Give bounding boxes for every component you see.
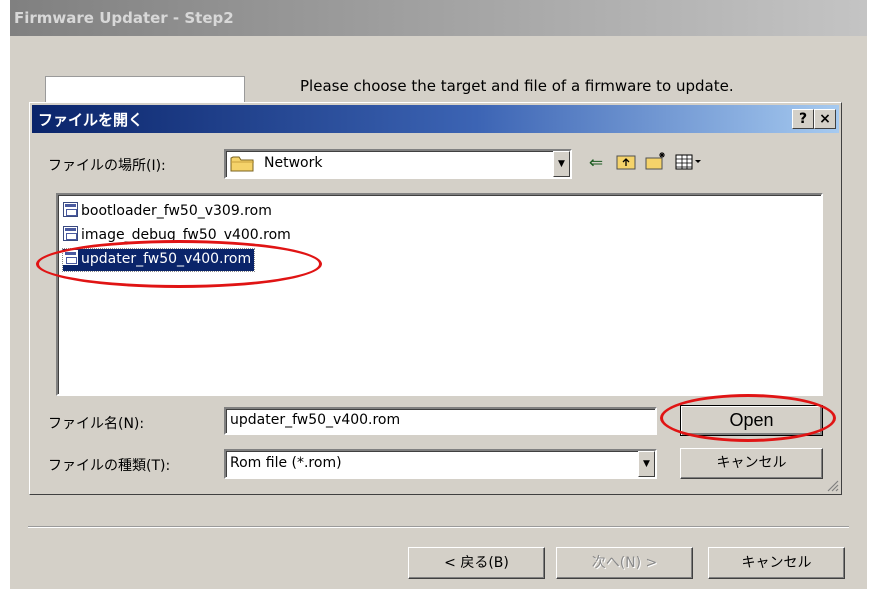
wizard-cancel-button[interactable]: キャンセル: [708, 547, 845, 579]
dialog-title: ファイルを開く: [38, 111, 144, 129]
look-in-label: ファイルの場所(I):: [48, 158, 166, 174]
help-button[interactable]: ?: [792, 109, 814, 129]
folder-icon: [230, 154, 256, 173]
file-name: bootloader_fw50_v309.rom: [81, 203, 272, 219]
dialog-cancel-button[interactable]: キャンセル: [680, 448, 823, 479]
file-item-bootloader[interactable]: bootloader_fw50_v309.rom: [63, 201, 275, 223]
dialog-title-bar: ファイルを開く ? ×: [32, 105, 839, 133]
filetype-label: ファイルの種類(T):: [48, 458, 171, 474]
filename-input[interactable]: updater_fw50_v400.rom: [224, 407, 657, 435]
view-menu-icon[interactable]: [674, 152, 704, 174]
new-folder-icon[interactable]: [644, 150, 668, 172]
filetype-dropdown-icon[interactable]: ▼: [638, 451, 655, 477]
back-button[interactable]: < 戻る(B): [408, 547, 545, 579]
file-name: updater_fw50_v400.rom: [81, 251, 252, 267]
filetype-value: Rom file (*.rom): [230, 455, 342, 471]
look-in-value: Network: [264, 155, 323, 171]
rom-file-icon: [63, 226, 78, 241]
rom-file-icon: [63, 250, 78, 265]
file-name: image_debug_fw50_v400.rom: [81, 227, 291, 243]
file-list[interactable]: bootloader_fw50_v309.rom image_debug_fw5…: [56, 193, 823, 396]
look-in-dropdown-icon[interactable]: ▼: [553, 151, 570, 177]
next-button[interactable]: 次へ(N) >: [556, 547, 693, 579]
file-item-image-debug[interactable]: image_debug_fw50_v400.rom: [63, 225, 294, 247]
back-arrow-icon[interactable]: ⇐: [584, 152, 608, 174]
wizard-title-bar: Firmware Updater - Step2: [10, 0, 867, 36]
filename-label: ファイル名(N):: [48, 416, 145, 432]
wizard-divider: [28, 526, 849, 528]
up-folder-icon[interactable]: [614, 152, 638, 174]
open-button[interactable]: Open: [680, 405, 823, 436]
file-item-updater[interactable]: updater_fw50_v400.rom: [61, 248, 256, 272]
look-in-combo[interactable]: Network ▼: [224, 149, 572, 179]
rom-file-icon: [63, 202, 78, 217]
filetype-combo[interactable]: Rom file (*.rom) ▼: [224, 449, 657, 479]
close-button[interactable]: ×: [814, 109, 836, 129]
wizard-instruction-text: Please choose the target and file of a f…: [300, 77, 734, 95]
resize-grip-icon[interactable]: [825, 478, 839, 492]
file-open-dialog: ファイルを開く ? × ファイルの場所(I): Network ▼ ⇐ boot…: [29, 102, 842, 495]
